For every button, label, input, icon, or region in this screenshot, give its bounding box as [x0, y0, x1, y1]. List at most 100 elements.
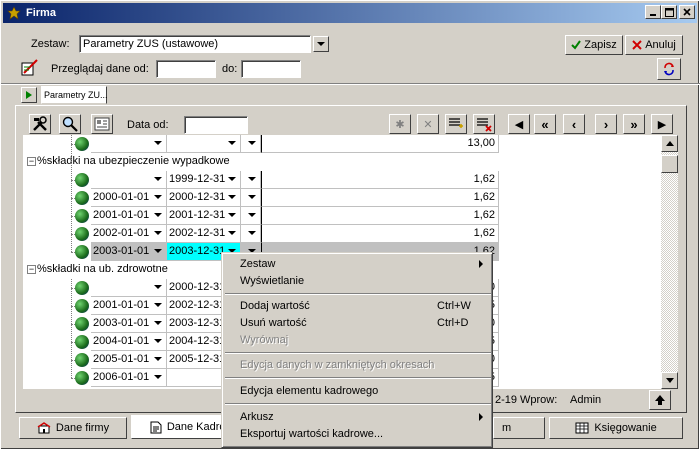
tab-hidden[interactable]: m [493, 417, 545, 439]
chevron-down-icon[interactable] [154, 339, 162, 343]
chevron-down-icon[interactable] [248, 231, 256, 235]
chevron-down-icon[interactable] [228, 177, 236, 181]
tab-dane-firmy[interactable]: Dane firmy [19, 417, 127, 439]
date-to-cell[interactable]: 2002-12-31 [167, 225, 241, 243]
date-from-cell[interactable]: 2000-01-01 [91, 189, 167, 207]
value-cell[interactable]: 1,62 [261, 225, 499, 243]
minimize-icon[interactable] [645, 5, 661, 19]
refresh-button[interactable] [657, 58, 681, 80]
chevron-down-icon[interactable] [154, 321, 162, 325]
date-from-cell[interactable]: 2001-01-01 [91, 207, 167, 225]
value-cell[interactable]: 13,00 [261, 135, 499, 153]
collapse-icon[interactable]: − [27, 265, 36, 274]
od-date-input[interactable] [156, 60, 216, 78]
do-date-input[interactable] [241, 60, 301, 78]
menu-item-usun[interactable]: Usuń wartość Ctrl+D [225, 315, 491, 332]
data-od-input[interactable] [184, 116, 248, 134]
maximize-icon[interactable] [661, 5, 677, 19]
date-to-cell[interactable]: 2000-12-31 [167, 189, 241, 207]
chevron-down-icon[interactable] [154, 303, 162, 307]
chevron-down-icon[interactable] [154, 357, 162, 361]
chevron-down-icon[interactable] [154, 141, 162, 145]
play-button[interactable] [21, 87, 37, 103]
date-from-cell[interactable]: 2001-01-01 [91, 297, 167, 315]
tab-ksiegowanie[interactable]: Księgowanie [549, 417, 683, 439]
browse-data-icon[interactable] [21, 59, 39, 77]
date-from-cell[interactable] [91, 171, 167, 189]
vertical-scrollbar[interactable] [661, 135, 678, 389]
date-from-cell[interactable] [91, 279, 167, 297]
scroll-down-button[interactable] [661, 372, 678, 389]
date-to-cell[interactable]: 2001-12-31 [167, 207, 241, 225]
chevron-down-icon[interactable] [154, 285, 162, 289]
value-cell[interactable]: 1,62 [261, 207, 499, 225]
chevron-down-icon[interactable] [154, 213, 162, 217]
group-row[interactable]: − %składki na ubezpieczenie wypadkowe [23, 153, 661, 171]
value-cell[interactable]: 1,62 [261, 171, 499, 189]
chevron-down-icon[interactable] [154, 231, 162, 235]
nav-next-button[interactable]: ▶ [651, 114, 673, 134]
date-from-cell[interactable]: 2005-01-01 [91, 351, 167, 369]
nav-back-button[interactable]: ‹ [563, 114, 585, 134]
menu-item-dodaj[interactable]: Dodaj wartość Ctrl+W [225, 298, 491, 315]
chevron-down-icon[interactable] [228, 195, 236, 199]
nav-forward-button[interactable]: › [595, 114, 617, 134]
type-cell[interactable] [241, 171, 261, 189]
date-from-cell[interactable]: 2003-01-01 [91, 315, 167, 333]
chevron-down-icon[interactable] [248, 195, 256, 199]
remove-row-button[interactable] [473, 114, 495, 134]
new-button[interactable]: ✱ [389, 114, 411, 134]
zestaw-combo[interactable]: Parametry ZUS (ustawowe) [79, 35, 311, 53]
tools-button[interactable] [29, 114, 51, 134]
chevron-down-icon[interactable] [154, 249, 162, 253]
search-button[interactable] [59, 114, 81, 134]
table-row[interactable]: 1999-12-31 1,62 [23, 171, 661, 189]
type-cell[interactable] [241, 135, 261, 153]
table-row[interactable]: 2001-01-01 2001-12-31 1,62 [23, 207, 661, 225]
chevron-down-icon[interactable] [248, 177, 256, 181]
chevron-down-icon[interactable] [248, 141, 256, 145]
date-from-cell[interactable]: 2004-01-01 [91, 333, 167, 351]
date-from-cell[interactable]: 2003-01-01 [91, 243, 167, 261]
menu-item-edycja-elementu[interactable]: Edycja elementu kadrowego [225, 383, 491, 400]
chevron-down-icon[interactable] [228, 231, 236, 235]
filter-button[interactable] [91, 114, 113, 134]
collapse-icon[interactable]: − [27, 157, 36, 166]
scroll-thumb[interactable] [661, 155, 678, 173]
chevron-down-icon[interactable] [154, 375, 162, 379]
chevron-down-icon[interactable] [154, 195, 162, 199]
cancel-button[interactable]: Anuluj [625, 35, 683, 55]
table-row[interactable]: 2002-01-01 2002-12-31 1,62 [23, 225, 661, 243]
date-from-cell[interactable] [91, 135, 167, 153]
menu-item-arkusz[interactable]: Arkusz [225, 409, 491, 426]
date-to-cell[interactable] [167, 135, 241, 153]
save-button[interactable]: Zapisz [565, 35, 623, 55]
table-row[interactable]: 13,00 [23, 135, 661, 153]
close-icon[interactable] [679, 5, 695, 19]
scroll-top-button[interactable] [649, 390, 671, 410]
menu-item-zestaw[interactable]: Zestaw [225, 256, 491, 273]
delete-button[interactable]: ✕ [417, 114, 439, 134]
nav-prev-button[interactable]: ◀ [508, 114, 530, 134]
chevron-down-icon[interactable] [228, 141, 236, 145]
nav-first-button[interactable]: « [534, 114, 556, 134]
chevron-down-icon[interactable] [228, 213, 236, 217]
type-cell[interactable] [241, 225, 261, 243]
group-header[interactable]: − %składki na ub. zdrowotne [23, 261, 172, 279]
menu-item-eksportuj[interactable]: Eksportuj wartości kadrowe... [225, 426, 491, 443]
chevron-down-icon[interactable] [154, 177, 162, 181]
tab-parametry-zus[interactable]: Parametry ZU... [41, 86, 108, 104]
nav-last-button[interactable]: » [623, 114, 645, 134]
date-from-cell[interactable]: 2006-01-01 [91, 369, 167, 387]
scroll-up-button[interactable] [661, 135, 678, 152]
type-cell[interactable] [241, 207, 261, 225]
zestaw-dropdown-button[interactable] [313, 36, 329, 52]
group-header[interactable]: − %składki na ubezpieczenie wypadkowe [23, 153, 234, 171]
date-to-cell[interactable]: 1999-12-31 [167, 171, 241, 189]
value-cell[interactable]: 1,62 [261, 189, 499, 207]
add-row-button[interactable] [445, 114, 467, 134]
chevron-down-icon[interactable] [248, 213, 256, 217]
tab-dane-kadrowe[interactable]: Dane Kadrowe [131, 415, 223, 439]
date-from-cell[interactable]: 2002-01-01 [91, 225, 167, 243]
table-row[interactable]: 2000-01-01 2000-12-31 1,62 [23, 189, 661, 207]
